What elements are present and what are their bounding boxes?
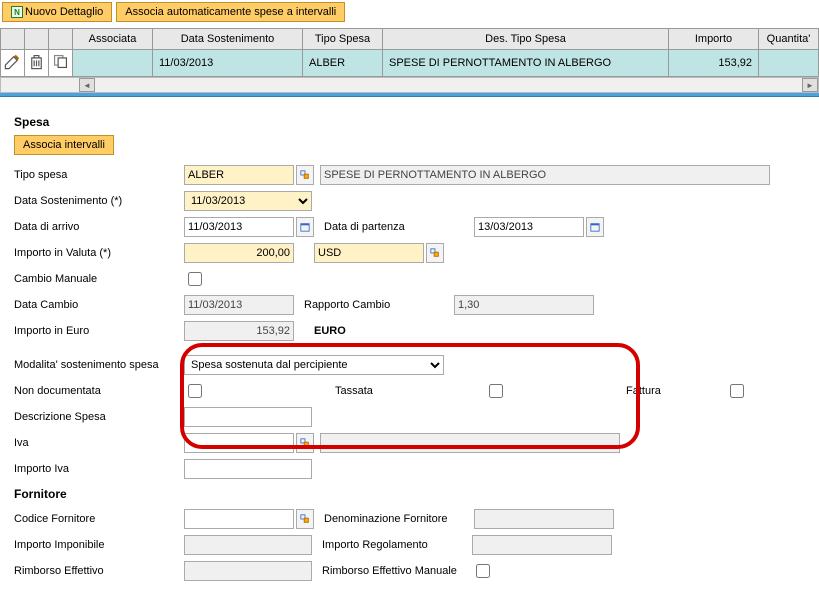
label-denomfornitore: Denominazione Fornitore	[324, 513, 474, 525]
label-codfornitore: Codice Fornitore	[14, 513, 184, 525]
cell-importo: 153,92	[669, 50, 759, 77]
section-spesa-title: Spesa	[14, 115, 805, 129]
label-importovaluta: Importo in Valuta (*)	[14, 247, 184, 259]
section-fornitore-title: Fornitore	[14, 487, 805, 501]
col-importo[interactable]: Importo	[669, 29, 759, 50]
tipospesa-desc-input	[320, 165, 770, 185]
auto-associate-button[interactable]: Associa automaticamente spese a interval…	[116, 2, 345, 22]
datacambio-input	[184, 295, 294, 315]
label-rapportocambio: Rapporto Cambio	[304, 299, 454, 311]
cell-quantita	[759, 50, 819, 77]
col-quantita[interactable]: Quantita'	[759, 29, 819, 50]
rimbeffmanuale-checkbox[interactable]	[476, 564, 490, 578]
valuta-lookup-icon[interactable]	[426, 243, 444, 263]
label-fattura: Fattura	[626, 385, 726, 397]
importovaluta-input[interactable]	[184, 243, 294, 263]
cell-associata	[73, 50, 153, 77]
importoiva-input[interactable]	[184, 459, 312, 479]
scroll-left-icon[interactable]: ◄	[79, 78, 95, 92]
auto-associate-label: Associa automaticamente spese a interval…	[125, 6, 336, 18]
iva-input[interactable]	[184, 433, 294, 453]
importoeuro-input	[184, 321, 294, 341]
new-detail-button[interactable]: N Nuovo Dettaglio	[2, 2, 112, 22]
valuta-input[interactable]	[314, 243, 424, 263]
col-datasost[interactable]: Data Sostenimento	[153, 29, 303, 50]
tipospesa-input[interactable]	[184, 165, 294, 185]
euro-label: EURO	[314, 325, 346, 337]
associa-intervalli-label: Associa intervalli	[23, 139, 105, 151]
cell-destipo: SPESE DI PERNOTTAMENTO IN ALBERGO	[383, 50, 669, 77]
label-descspesa: Descrizione Spesa	[14, 411, 184, 423]
datapartenza-input[interactable]	[474, 217, 584, 237]
label-modalita: Modalita' sostenimento spesa	[14, 359, 184, 371]
new-detail-label: Nuovo Dettaglio	[25, 6, 103, 18]
edit-icon[interactable]	[3, 62, 22, 74]
label-rimbeffmanuale: Rimborso Effettivo Manuale	[322, 565, 472, 577]
modalita-select[interactable]: Spesa sostenuta dal percipiente	[184, 355, 444, 375]
col-associata[interactable]: Associata	[73, 29, 153, 50]
new-icon: N	[11, 6, 23, 18]
delete-icon[interactable]	[27, 62, 46, 74]
label-iva: Iva	[14, 437, 184, 449]
iva-lookup-icon[interactable]	[296, 433, 314, 453]
dataarrivo-input[interactable]	[184, 217, 294, 237]
label-rimbeffettivo: Rimborso Effettivo	[14, 565, 184, 577]
label-datapartenza: Data di partenza	[324, 221, 474, 233]
label-importoeuro: Importo in Euro	[14, 325, 184, 337]
denomfornitore-input	[474, 509, 614, 529]
label-datacambio: Data Cambio	[14, 299, 184, 311]
dataarrivo-calendar-icon[interactable]	[296, 217, 314, 237]
impimponibile-input	[184, 535, 312, 555]
codfornitore-lookup-icon[interactable]	[296, 509, 314, 529]
table-row[interactable]: 11/03/2013 ALBER SPESE DI PERNOTTAMENTO …	[1, 50, 819, 77]
impregolamento-input	[472, 535, 612, 555]
copy-icon[interactable]	[51, 62, 70, 74]
horizontal-scrollbar[interactable]: ◄ ►	[0, 77, 819, 93]
descspesa-input[interactable]	[184, 407, 312, 427]
label-datasost: Data Sostenimento (*)	[14, 195, 184, 207]
label-impimponibile: Importo Imponibile	[14, 539, 184, 551]
cambiomanuale-checkbox[interactable]	[188, 272, 202, 286]
fattura-checkbox[interactable]	[730, 384, 744, 398]
cell-datasost: 11/03/2013	[153, 50, 303, 77]
label-tipospesa: Tipo spesa	[14, 169, 184, 181]
cell-tipospesa: ALBER	[303, 50, 383, 77]
rimbeffettivo-input	[184, 561, 312, 581]
label-nondoc: Non documentata	[14, 385, 184, 397]
col-tipospesa[interactable]: Tipo Spesa	[303, 29, 383, 50]
label-importoiva: Importo Iva	[14, 463, 184, 475]
codfornitore-input[interactable]	[184, 509, 294, 529]
iva-desc-input	[320, 433, 620, 453]
expense-grid: Associata Data Sostenimento Tipo Spesa D…	[0, 28, 819, 77]
label-impregolamento: Importo Regolamento	[322, 539, 472, 551]
label-cambiomanuale: Cambio Manuale	[14, 273, 184, 285]
col-destipo[interactable]: Des. Tipo Spesa	[383, 29, 669, 50]
rapportocambio-input	[454, 295, 594, 315]
scroll-right-icon[interactable]: ►	[802, 78, 818, 92]
tassata-checkbox[interactable]	[489, 384, 503, 398]
label-tassata: Tassata	[335, 385, 485, 397]
label-dataarrivo: Data di arrivo	[14, 221, 184, 233]
datasost-select[interactable]: 11/03/2013	[184, 191, 312, 211]
datapartenza-calendar-icon[interactable]	[586, 217, 604, 237]
associa-intervalli-button[interactable]: Associa intervalli	[14, 135, 114, 155]
tipospesa-lookup-icon[interactable]	[296, 165, 314, 185]
nondoc-checkbox[interactable]	[188, 384, 202, 398]
